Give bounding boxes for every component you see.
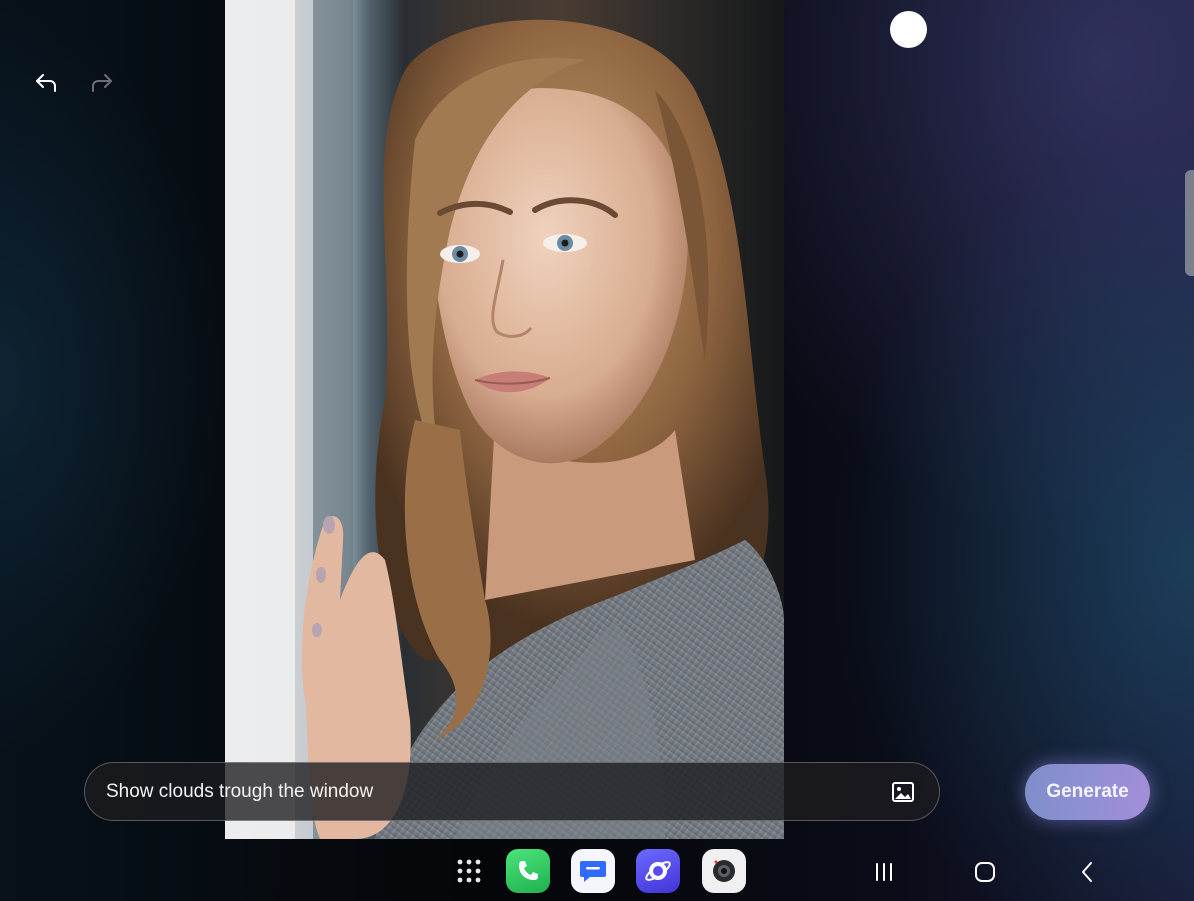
messages-app-icon[interactable] <box>571 849 615 893</box>
home-icon[interactable] <box>968 855 1002 889</box>
back-icon[interactable] <box>1070 855 1104 889</box>
prompt-field[interactable]: Show clouds trough the window <box>84 762 940 821</box>
phone-app-icon[interactable] <box>506 849 550 893</box>
internet-app-icon[interactable] <box>636 849 680 893</box>
generate-button[interactable]: Generate <box>1025 764 1150 820</box>
edge-panel-handle[interactable] <box>1185 170 1194 276</box>
portrait-photo[interactable] <box>225 0 784 839</box>
redo-icon <box>86 67 118 99</box>
camera-app-icon[interactable] <box>702 849 746 893</box>
camera-cutout <box>890 11 927 48</box>
recents-icon[interactable] <box>867 855 901 889</box>
undo-icon[interactable] <box>30 67 62 99</box>
image-icon[interactable] <box>889 778 917 806</box>
screen: Show clouds trough the window Generate <box>0 0 1194 901</box>
prompt-input[interactable]: Show clouds trough the window <box>106 781 889 803</box>
apps-grid-icon[interactable] <box>455 857 483 885</box>
